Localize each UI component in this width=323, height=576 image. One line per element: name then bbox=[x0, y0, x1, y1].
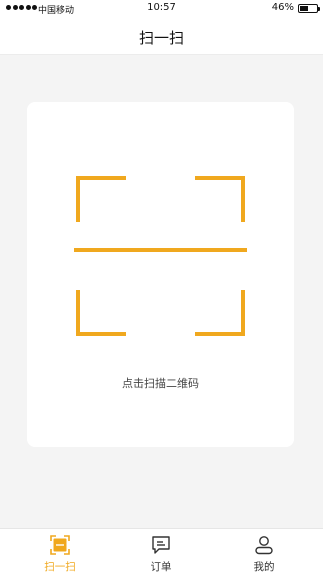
scan-icon bbox=[50, 535, 70, 555]
profile-icon bbox=[255, 536, 273, 555]
scan-card[interactable]: 点击扫描二维码 bbox=[27, 102, 294, 447]
order-icon bbox=[152, 536, 170, 554]
tab-orders[interactable]: 订单 bbox=[131, 529, 191, 576]
battery-icon bbox=[298, 4, 320, 13]
scan-frame-icon bbox=[74, 176, 247, 336]
battery-percentage: 46% bbox=[271, 2, 294, 13]
tab-scan[interactable]: 扫一扫 bbox=[30, 529, 90, 576]
tab-bar: 扫一扫 订单 我的 bbox=[0, 528, 323, 576]
nav-bar: 扫一扫 bbox=[0, 18, 323, 55]
status-bar: 中国移动 10:57 46% bbox=[0, 0, 323, 18]
scan-hint-text[interactable]: 点击扫描二维码 bbox=[27, 375, 294, 391]
tab-scan-label: 扫一扫 bbox=[44, 561, 76, 573]
tab-mine-label: 我的 bbox=[253, 561, 275, 573]
tab-orders-label: 订单 bbox=[150, 561, 172, 573]
battery-level-fill bbox=[300, 6, 309, 11]
page-title: 扫一扫 bbox=[138, 29, 184, 47]
scan-frame[interactable] bbox=[74, 174, 247, 338]
tab-mine[interactable]: 我的 bbox=[234, 529, 294, 576]
scan-screen: 中国移动 10:57 46% 扫一扫 点击扫描二维码 扫一扫 订单 我的 bbox=[0, 0, 323, 576]
